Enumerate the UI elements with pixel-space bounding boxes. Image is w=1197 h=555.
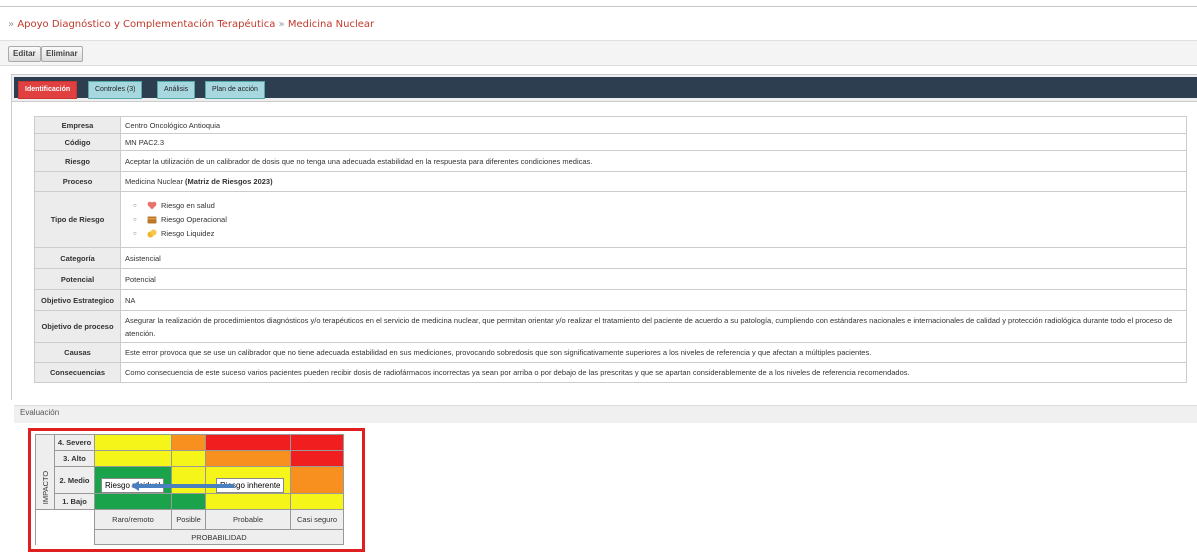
matrix-cell bbox=[94, 450, 172, 467]
heart-icon bbox=[147, 201, 157, 210]
consecuencias-label: Consecuencias bbox=[34, 362, 121, 383]
consecuencias-value: Como consecuencia de este suceso varios … bbox=[120, 362, 1187, 383]
evaluation-title: Evaluación bbox=[20, 408, 60, 417]
row-riesgo: Riesgo Aceptar la utilización de un cali… bbox=[34, 150, 1187, 172]
list-item: Riesgo Operacional bbox=[133, 213, 1182, 227]
matrix-cell bbox=[290, 450, 344, 467]
top-divider bbox=[0, 6, 1197, 7]
empresa-value: Centro Oncológico Antioquia bbox=[120, 116, 1187, 134]
arrow-left-icon bbox=[131, 481, 139, 491]
proceso-name: Medicina Nuclear bbox=[125, 177, 183, 186]
row-label: 4. Severo bbox=[54, 434, 95, 451]
tab-analisis[interactable]: Análisis bbox=[157, 81, 196, 99]
matrix-column-labels: Raro/remoto Posible Probable Casi seguro bbox=[35, 509, 344, 530]
breadcrumb-section-link[interactable]: Apoyo Diagnóstico y Complementación Tera… bbox=[17, 19, 275, 30]
categoria-value: Asistencial bbox=[120, 247, 1187, 269]
objetivo-proceso-label: Objetivo de proceso bbox=[34, 310, 121, 343]
coins-icon bbox=[147, 229, 157, 238]
list-item: Riesgo Liquidez bbox=[133, 227, 1182, 241]
delete-button[interactable]: Eliminar bbox=[41, 46, 83, 62]
proceso-label: Proceso bbox=[34, 171, 121, 192]
matrix-row-bajo: 1. Bajo bbox=[36, 493, 344, 510]
row-tipo-riesgo: Tipo de Riesgo Riesgo en salud Riesgo Op… bbox=[34, 191, 1187, 248]
matrix-cell bbox=[290, 493, 344, 510]
tab-plan-de-accion[interactable]: Plan de acción bbox=[205, 81, 265, 99]
row-consecuencias: Consecuencias Como consecuencia de este … bbox=[34, 362, 1187, 383]
matrix-cell bbox=[205, 450, 291, 467]
categoria-label: Categoría bbox=[34, 247, 121, 269]
riesgo-label: Riesgo bbox=[34, 150, 121, 172]
matrix-cell bbox=[94, 493, 172, 510]
row-label: 3. Alto bbox=[54, 450, 95, 467]
risk-reduction-arrow bbox=[138, 484, 234, 488]
tipo-riesgo-label: Tipo de Riesgo bbox=[34, 191, 121, 248]
risk-type-label: Riesgo Operacional bbox=[161, 214, 227, 224]
potencial-label: Potencial bbox=[34, 268, 121, 290]
objetivo-proceso-value: Asegurar la realización de procedimiento… bbox=[120, 310, 1187, 343]
matrix-row-medio: 2. Medio bbox=[36, 466, 344, 494]
riesgo-value: Aceptar la utilización de un calibrador … bbox=[120, 150, 1187, 172]
tab-identificacion[interactable]: Identificación bbox=[18, 81, 78, 99]
empresa-label: Empresa bbox=[34, 116, 121, 134]
evaluation-section-bar bbox=[14, 405, 1197, 423]
row-categoria: Categoría Asistencial bbox=[34, 247, 1187, 269]
risk-matrix: 4. Severo 3. Alto 2. Medio 1. Bajo Raro/… bbox=[35, 434, 344, 545]
action-toolbar: Editar Eliminar bbox=[0, 41, 1197, 66]
row-empresa: Empresa Centro Oncológico Antioquia bbox=[34, 116, 1187, 134]
proceso-matrix-name: (Matriz de Riesgos 2023) bbox=[185, 177, 273, 186]
proceso-value: Medicina Nuclear (Matriz de Riesgos 2023… bbox=[120, 171, 1187, 192]
breadcrumb: » Apoyo Diagnóstico y Complementación Te… bbox=[8, 19, 374, 30]
matrix-cell bbox=[290, 434, 344, 451]
matrix-cell bbox=[171, 450, 206, 467]
column-label: Casi seguro bbox=[290, 509, 344, 530]
folder-icon bbox=[147, 216, 157, 224]
column-label: Probable bbox=[205, 509, 291, 530]
matrix-cell bbox=[171, 493, 206, 510]
tab-controles[interactable]: Controles (3) bbox=[88, 81, 143, 99]
matrix-cell bbox=[171, 434, 206, 451]
codigo-label: Código bbox=[34, 133, 121, 151]
risk-info-table: Empresa Centro Oncológico Antioquia Códi… bbox=[34, 116, 1187, 383]
breadcrumb-page-link[interactable]: Medicina Nuclear bbox=[288, 19, 374, 30]
column-label: Posible bbox=[171, 509, 206, 530]
matrix-x-axis-row: PROBABILIDAD bbox=[35, 529, 344, 545]
list-item: Riesgo en salud bbox=[133, 199, 1182, 213]
matrix-row-severo: 4. Severo bbox=[35, 434, 344, 510]
objetivo-estrategico-label: Objetivo Estrategico bbox=[34, 289, 121, 311]
matrix-cell bbox=[205, 493, 291, 510]
objetivo-estrategico-value: NA bbox=[120, 289, 1187, 311]
risk-type-label: Riesgo Liquidez bbox=[161, 228, 215, 238]
matrix-cell bbox=[290, 466, 344, 494]
codigo-value: MN PAC2.3 bbox=[120, 133, 1187, 151]
row-potencial: Potencial Potencial bbox=[34, 268, 1187, 290]
impact-axis-label: IMPACTO bbox=[37, 452, 55, 522]
impact-axis-text: IMPACTO bbox=[41, 470, 51, 504]
causas-value: Este error provoca que se use un calibra… bbox=[120, 342, 1187, 363]
potencial-value: Potencial bbox=[120, 268, 1187, 290]
row-objetivo-estrategico: Objetivo Estrategico NA bbox=[34, 289, 1187, 311]
matrix-corner bbox=[35, 529, 95, 545]
risk-type-list: Riesgo en salud Riesgo Operacional Riesg… bbox=[125, 199, 1182, 241]
breadcrumb-separator: » bbox=[278, 19, 285, 30]
matrix-cell bbox=[205, 434, 291, 451]
column-label: Raro/remoto bbox=[94, 509, 172, 530]
row-causas: Causas Este error provoca que se use un … bbox=[34, 342, 1187, 363]
row-codigo: Código MN PAC2.3 bbox=[34, 133, 1187, 151]
matrix-row-alto: 3. Alto bbox=[36, 450, 344, 467]
row-label: 1. Bajo bbox=[54, 493, 95, 510]
probability-axis-label: PROBABILIDAD bbox=[94, 529, 344, 545]
row-proceso: Proceso Medicina Nuclear (Matriz de Ries… bbox=[34, 171, 1187, 192]
risk-type-label: Riesgo en salud bbox=[161, 200, 215, 210]
causas-label: Causas bbox=[34, 342, 121, 363]
row-label: 2. Medio bbox=[54, 466, 95, 494]
tipo-riesgo-value: Riesgo en salud Riesgo Operacional Riesg… bbox=[120, 191, 1187, 248]
breadcrumb-separator: » bbox=[8, 19, 15, 30]
matrix-cell bbox=[94, 434, 172, 451]
edit-button[interactable]: Editar bbox=[8, 46, 41, 62]
row-objetivo-proceso: Objetivo de proceso Asegurar la realizac… bbox=[34, 310, 1187, 343]
matrix-cell bbox=[171, 466, 206, 494]
